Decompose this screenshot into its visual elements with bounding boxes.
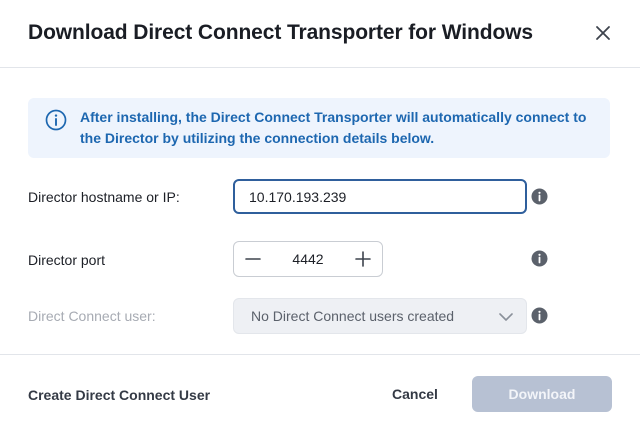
port-stepper: 4442 [233, 241, 383, 277]
info-banner: After installing, the Direct Connect Tra… [28, 98, 610, 158]
download-button[interactable]: Download [472, 376, 612, 412]
user-select[interactable]: No Direct Connect users created [233, 298, 527, 334]
cancel-button[interactable]: Cancel [380, 376, 450, 412]
user-label: Direct Connect user: [28, 308, 156, 324]
port-label: Director port [28, 252, 106, 268]
user-select-value: No Direct Connect users created [251, 308, 455, 324]
close-icon [596, 26, 610, 40]
plus-icon [355, 251, 371, 267]
port-value[interactable]: 4442 [268, 242, 348, 276]
info-icon[interactable] [531, 307, 548, 324]
info-icon[interactable] [531, 188, 548, 205]
dialog-footer: Create Direct Connect User Cancel Downlo… [0, 354, 640, 430]
dialog-title: Download Direct Connect Transporter for … [28, 21, 533, 44]
info-banner-text: After installing, the Direct Connect Tra… [80, 109, 587, 146]
download-dialog: Download Direct Connect Transporter for … [0, 0, 640, 430]
decrement-button[interactable] [236, 242, 270, 276]
hostname-input[interactable] [233, 179, 527, 214]
info-icon[interactable] [531, 250, 548, 267]
hostname-label: Director hostname or IP: [28, 189, 180, 205]
close-button[interactable] [590, 20, 616, 46]
info-circle-icon [45, 109, 67, 131]
chevron-down-icon [499, 313, 513, 321]
dialog-header: Download Direct Connect Transporter for … [0, 0, 640, 68]
create-user-link[interactable]: Create Direct Connect User [28, 387, 210, 403]
increment-button[interactable] [346, 242, 380, 276]
minus-icon [245, 258, 261, 260]
